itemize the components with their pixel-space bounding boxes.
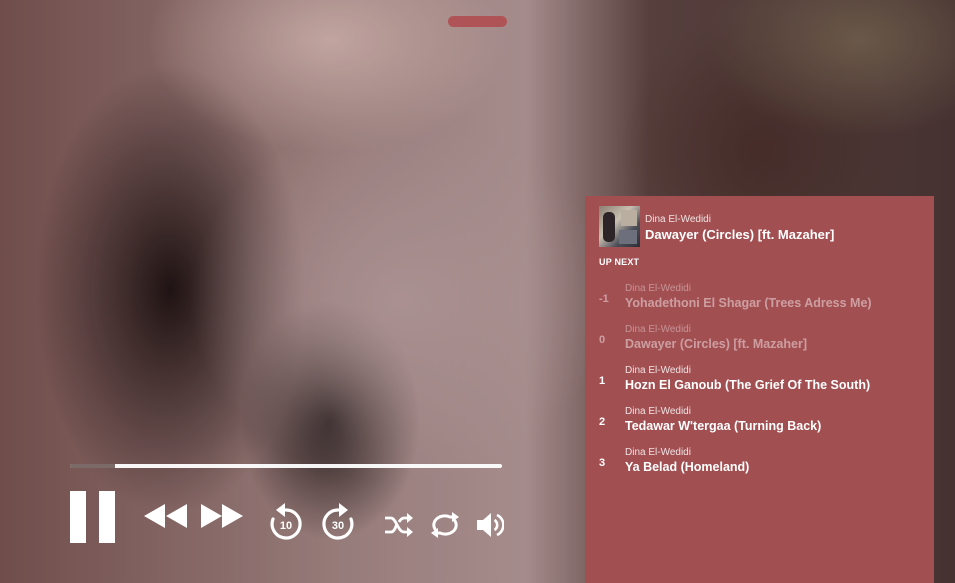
- queue-item-number: 1: [599, 375, 606, 387]
- queue-item[interactable]: -1 Dina El-Wedidi Yohadethoni El Shagar …: [585, 283, 934, 324]
- rewind-button[interactable]: [143, 502, 189, 530]
- progress-played: [70, 464, 116, 468]
- skip-forward-label: 30: [332, 520, 344, 532]
- queue-item-artist: Dina El-Wedidi: [625, 406, 691, 417]
- now-playing[interactable]: Dina El-Wedidi Dawayer (Circles) [ft. Ma…: [599, 206, 929, 247]
- fast-forward-icon: [201, 504, 243, 528]
- queue-item-artist: Dina El-Wedidi: [625, 447, 691, 458]
- repeat-icon: [431, 512, 459, 538]
- queue-item-artist: Dina El-Wedidi: [625, 324, 691, 335]
- repeat-button[interactable]: [428, 511, 462, 539]
- queue-item[interactable]: 2 Dina El-Wedidi Tedawar W'tergaa (Turni…: [585, 406, 934, 447]
- now-playing-artist: Dina El-Wedidi: [645, 214, 711, 225]
- progress-bar[interactable]: [70, 464, 502, 468]
- queue-item-number: 2: [599, 416, 606, 428]
- forward-icon: 30: [322, 503, 354, 540]
- rewind-icon: [144, 504, 187, 528]
- queue-panel: Dina El-Wedidi Dawayer (Circles) [ft. Ma…: [585, 196, 934, 583]
- skip-back-label: 10: [280, 520, 292, 532]
- now-playing-title: Dawayer (Circles) [ft. Mazaher]: [645, 227, 835, 242]
- pause-button[interactable]: [70, 491, 116, 543]
- queue-item[interactable]: 1 Dina El-Wedidi Hozn El Ganoub (The Gri…: [585, 365, 934, 406]
- skip-back-button[interactable]: 10: [268, 502, 304, 542]
- queue-item-artist: Dina El-Wedidi: [625, 283, 691, 294]
- skip-forward-button[interactable]: 30: [320, 502, 356, 542]
- album-art-thumbnail: [599, 206, 640, 247]
- queue-item-number: 3: [599, 457, 606, 469]
- fast-forward-button[interactable]: [199, 502, 245, 530]
- shuffle-icon: [385, 513, 413, 537]
- up-next-heading: UP NEXT: [599, 257, 640, 267]
- queue-item[interactable]: 0 Dina El-Wedidi Dawayer (Circles) [ft. …: [585, 324, 934, 365]
- queue-item[interactable]: 3 Dina El-Wedidi Ya Belad (Homeland): [585, 447, 934, 488]
- queue-item-title: Dawayer (Circles) [ft. Mazaher]: [625, 337, 808, 351]
- drag-handle[interactable]: [448, 16, 507, 27]
- queue-item-number: -1: [599, 293, 609, 305]
- replay-icon: 10: [270, 503, 302, 540]
- shuffle-button[interactable]: [383, 511, 413, 539]
- queue-item-title: Tedawar W'tergaa (Turning Back): [625, 419, 822, 433]
- progress-track: [70, 464, 502, 468]
- queue-item-title: Hozn El Ganoub (The Grief Of The South): [625, 378, 871, 392]
- queue-item-title: Ya Belad (Homeland): [625, 460, 750, 474]
- pause-icon: [70, 491, 115, 543]
- queue-item-number: 0: [599, 334, 606, 346]
- volume-button[interactable]: [476, 510, 504, 540]
- volume-icon: [477, 513, 504, 537]
- queue-item-artist: Dina El-Wedidi: [625, 365, 691, 376]
- queue-item-title: Yohadethoni El Shagar (Trees Adress Me): [625, 296, 872, 310]
